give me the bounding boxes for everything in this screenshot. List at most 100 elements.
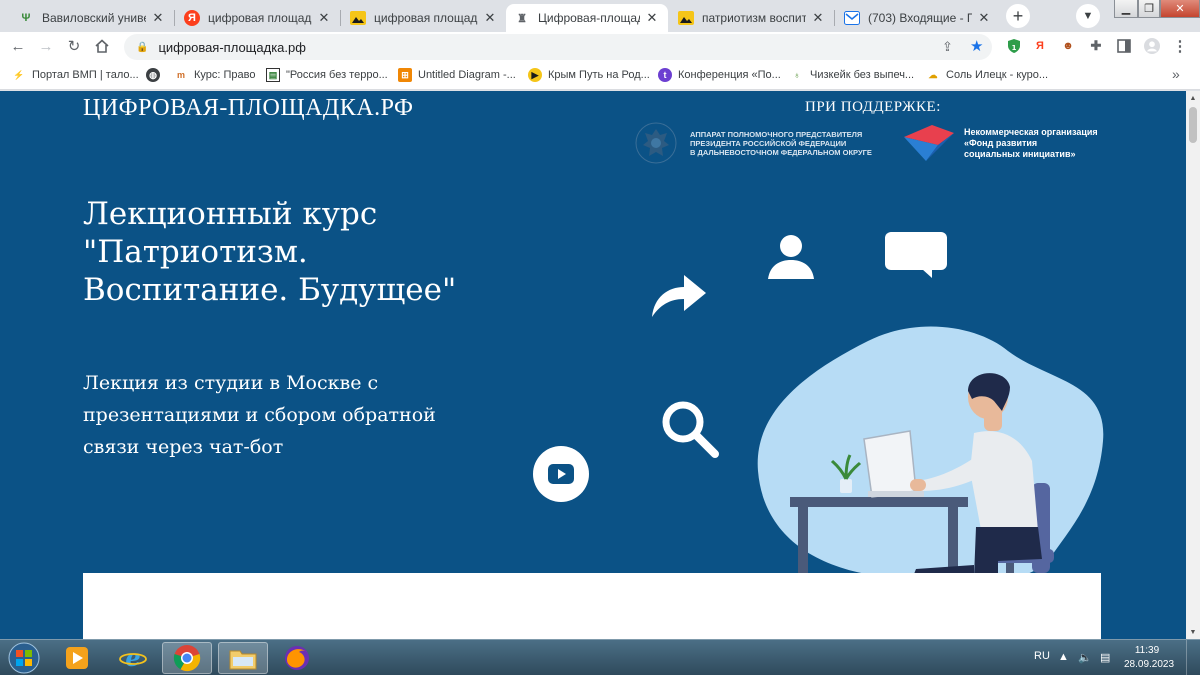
taskbar-internet-explorer[interactable]: e [108, 642, 158, 674]
bookmark-conference[interactable]: t Конференция «По... [658, 67, 781, 83]
close-icon[interactable]: ✕ [810, 10, 826, 26]
svg-text:e: e [125, 644, 140, 672]
page-viewport: ЦИФРОВАЯ-ПЛОЩАДКА.РФ ПРИ ПОДДЕРЖКЕ: АППА… [0, 91, 1186, 639]
user-icon [768, 235, 814, 279]
taskbar-file-explorer[interactable] [218, 642, 268, 674]
browser-toolbar: ← → ↻ 🔒 цифровая-площадка.рф ⇪ ★ 1 Я ☻ ✚… [0, 32, 1200, 60]
puzzle-icon[interactable]: ✚ [1088, 38, 1104, 54]
tab-vavilov[interactable]: Ψ Вавиловский университет ✕ [10, 4, 174, 32]
close-icon[interactable]: ✕ [976, 10, 992, 26]
bookmark-crimea[interactable]: ▶ Крым Путь на Род... [528, 67, 650, 83]
close-icon[interactable]: ✕ [150, 10, 166, 26]
firefox-icon [285, 646, 309, 670]
share-icon[interactable]: ⇪ [942, 39, 953, 55]
partner2-line: «Фонд развития [964, 137, 1038, 148]
close-icon[interactable]: ✕ [482, 10, 498, 26]
menu-kebab-icon[interactable]: ⋮ [1172, 38, 1188, 55]
bookmark-cheesecake[interactable]: ♁ Чизкейк без выпеч... [790, 67, 914, 83]
bookmark-label: Чизкейк без выпеч... [810, 69, 915, 81]
sidepanel-icon[interactable] [1116, 38, 1132, 54]
new-tab-button[interactable]: + [1006, 4, 1030, 28]
support-label: ПРИ ПОДДЕРЖКЕ: [805, 99, 941, 115]
content-card [83, 573, 1101, 639]
windows-logo-icon [8, 642, 40, 674]
scroll-up-icon[interactable]: ▲ [1186, 91, 1200, 105]
partner1-line: АППАРАТ ПОЛНОМОЧНОГО ПРЕДСТАВИТЕЛЯ [690, 129, 863, 139]
bookmark-star-icon[interactable]: ★ [970, 37, 983, 55]
scroll-down-icon[interactable]: ▼ [1186, 625, 1200, 639]
home-icon [95, 39, 109, 53]
partner-plenipotentiary[interactable]: АППАРАТ ПОЛНОМОЧНОГО ПРЕДСТАВИТЕЛЯ ПРЕЗИ… [634, 121, 872, 165]
coat-of-arms-icon [635, 122, 677, 164]
tab-strip: Ψ Вавиловский университет ✕ Я цифровая п… [0, 0, 1200, 32]
bookmarks-overflow-icon[interactable]: » [1172, 66, 1180, 82]
avatar-extension-icon[interactable]: ☻ [1060, 38, 1076, 54]
hero-title-line: "Патриотизм. [83, 234, 308, 270]
bookmark-label: Курс: Право [194, 69, 256, 81]
arrow-right-icon: → [38, 37, 54, 55]
page-scrollbar[interactable]: ▲ ▼ [1186, 91, 1200, 639]
taskbar-media-player[interactable] [52, 642, 102, 674]
bookmark-sol-iletsk[interactable]: ☁ Соль Илецк - куро... [926, 67, 1049, 83]
minimize-icon: ▁ [1121, 3, 1131, 15]
hero-subtitle-line: связи через чат-бот [83, 436, 284, 458]
file-explorer-icon [229, 650, 257, 670]
hero-title-line: Воспитание. Будущее" [83, 272, 457, 308]
tab-mail[interactable]: (703) Входящие - Почт ✕ [836, 4, 1000, 32]
start-button[interactable] [4, 641, 44, 675]
forward-button[interactable]: → [36, 36, 56, 56]
bookmark-label: Untitled Diagram -... [418, 69, 516, 81]
show-desktop-button[interactable] [1186, 640, 1200, 675]
reload-button[interactable]: ↻ [64, 36, 84, 56]
tab-title: Вавиловский университет [42, 11, 146, 25]
back-button[interactable]: ← [8, 36, 28, 56]
share-arrow-icon [652, 275, 706, 317]
profile-avatar[interactable] [1144, 38, 1160, 54]
yandex-extension-icon[interactable]: Я [1032, 38, 1048, 54]
lock-icon: 🔒 [136, 41, 149, 53]
chat-bubble-icon [885, 232, 947, 278]
system-clock[interactable]: 11:39 28.09.2023 [1124, 644, 1175, 672]
maximize-button[interactable]: ❐ [1138, 0, 1160, 18]
tab-cifrovaya-active[interactable]: ♜ Цифровая-площадка.Р ✕ [506, 4, 668, 32]
tray-expand-icon[interactable]: ▲ [1058, 651, 1069, 663]
university-icon: Ψ [21, 12, 31, 24]
clock-date: 28.09.2023 [1124, 659, 1175, 670]
close-icon[interactable]: ✕ [644, 10, 660, 26]
input-language[interactable]: RU [1034, 650, 1050, 662]
bookmark-portal[interactable]: ⚡ Портал ВМП | тало... [12, 67, 139, 83]
bookmark-label: Портал ВМП | тало... [32, 69, 139, 81]
arrow-left-icon: ← [10, 37, 26, 55]
bookmark-course[interactable]: m Курс: Право [174, 67, 256, 83]
bookmark-globe[interactable]: ◍ [146, 67, 166, 83]
hero-title-line: Лекционный курс [83, 196, 378, 232]
tab-yandex-search[interactable]: Я цифровая площадка р ✕ [176, 4, 340, 32]
hero-subtitle-line: презентациями и сбором обратной [83, 404, 436, 426]
partner-fund[interactable]: Некоммерческая организация «Фонд развити… [902, 123, 1098, 163]
tab-patriotism[interactable]: патриотизм воспитание ✕ [670, 4, 834, 32]
taskbar-chrome[interactable] [162, 642, 212, 674]
tab-search-button[interactable]: ▼ [1076, 4, 1100, 28]
scroll-thumb[interactable] [1189, 107, 1197, 143]
restore-icon: ❐ [1144, 3, 1154, 15]
globe-icon: ◍ [146, 68, 160, 82]
volume-icon[interactable]: 🔈 [1078, 651, 1092, 664]
search-icon [662, 401, 719, 458]
partner2-line: социальных инициатив» [964, 148, 1076, 159]
internet-explorer-icon: e [119, 644, 147, 672]
shield-extension-icon[interactable]: 1 [1006, 38, 1022, 54]
home-button[interactable] [92, 36, 112, 56]
tab-title: Цифровая-площадка.Р [538, 11, 640, 25]
close-window-button[interactable]: ✕ [1160, 0, 1200, 18]
tab-yandex-images[interactable]: цифровая площадка р ✕ [342, 4, 506, 32]
minimize-button[interactable]: ▁ [1114, 0, 1138, 18]
close-icon[interactable]: ✕ [316, 10, 332, 26]
portal-icon: ⚡ [13, 69, 25, 80]
network-icon[interactable]: ▤ [1100, 651, 1110, 664]
address-bar[interactable]: 🔒 цифровая-площадка.рф [124, 34, 992, 60]
bookmark-diagram[interactable]: ⊞ Untitled Diagram -... [398, 67, 516, 83]
fund-logo-icon [904, 125, 954, 161]
site-logo[interactable]: ЦИФРОВАЯ-ПЛОЩАДКА.РФ [83, 95, 414, 122]
taskbar-firefox[interactable] [272, 642, 322, 674]
bookmark-russia[interactable]: ▤ "Россия без терро... [266, 67, 388, 83]
